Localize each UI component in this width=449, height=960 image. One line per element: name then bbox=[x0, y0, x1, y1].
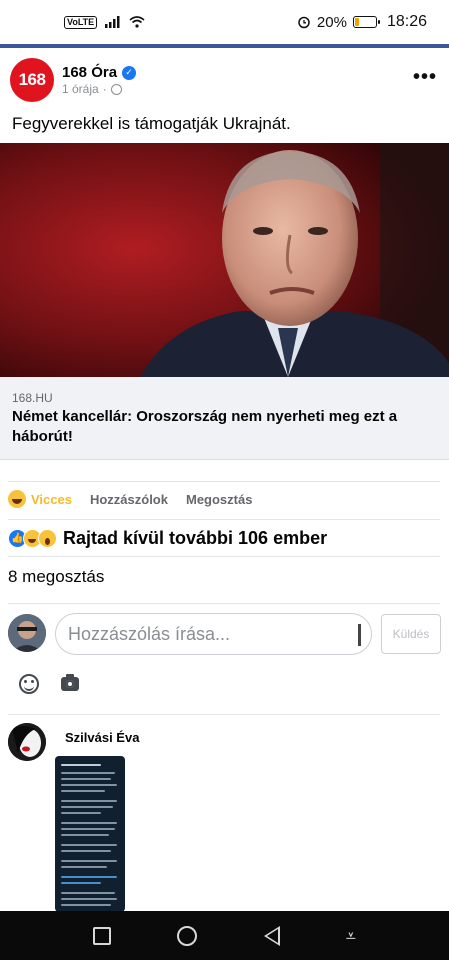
shares-count[interactable]: 8 megosztás bbox=[8, 567, 104, 587]
divider bbox=[8, 519, 440, 520]
text-line bbox=[61, 790, 105, 792]
page-name-row: 168 Óra ✓ bbox=[62, 64, 137, 81]
divider bbox=[8, 481, 440, 482]
text-line bbox=[61, 882, 101, 884]
text-line bbox=[61, 772, 115, 774]
text-line bbox=[61, 850, 111, 852]
action-bar: Vicces Hozzászólok Megosztás bbox=[8, 488, 270, 510]
commenter-avatar[interactable] bbox=[8, 723, 46, 761]
comment-attachment-image[interactable] bbox=[55, 756, 125, 912]
verified-icon: ✓ bbox=[122, 65, 137, 80]
text-line bbox=[61, 860, 117, 862]
meta-separator: · bbox=[102, 82, 107, 96]
battery-level bbox=[354, 18, 359, 26]
emoji-icon[interactable] bbox=[19, 674, 39, 694]
portrait-illustration bbox=[0, 143, 449, 377]
alarm-icon bbox=[298, 16, 310, 29]
link-title[interactable]: Német kancellár: Oroszország nem nyerhet… bbox=[12, 407, 432, 447]
comment-placeholder: Hozzászólás írása... bbox=[68, 623, 231, 644]
battery-percent: 20% bbox=[316, 13, 347, 31]
share-label: Megosztás bbox=[185, 491, 253, 507]
text-line bbox=[61, 876, 117, 878]
text-line bbox=[61, 784, 117, 786]
user-avatar-image bbox=[8, 614, 46, 652]
text-line bbox=[61, 892, 115, 894]
back-icon[interactable] bbox=[263, 925, 280, 946]
text-caret bbox=[358, 624, 361, 646]
status-right: 20% 18:26 bbox=[297, 13, 427, 31]
text-line bbox=[61, 778, 111, 780]
text-line bbox=[61, 828, 115, 830]
home-icon[interactable] bbox=[177, 925, 198, 946]
send-button[interactable]: Küldés bbox=[381, 614, 441, 654]
text-line bbox=[61, 866, 107, 868]
text-line bbox=[61, 898, 117, 900]
comment-label: Hozzászólok bbox=[89, 491, 168, 507]
haha-emoji-icon bbox=[8, 490, 26, 508]
text-line bbox=[61, 834, 109, 836]
status-bar: VoLTE 20% 18:26 bbox=[0, 0, 449, 44]
commenter-avatar-image bbox=[8, 723, 46, 761]
status-left: VoLTE bbox=[64, 15, 145, 29]
page-logo[interactable]: 168 bbox=[10, 58, 54, 102]
post-timestamp[interactable]: 1 órája bbox=[62, 82, 99, 96]
post-header: 168 168 Óra ✓ 1 órája · ••• bbox=[0, 48, 449, 110]
text-line bbox=[61, 800, 117, 802]
page-name[interactable]: 168 Óra bbox=[62, 64, 117, 81]
link-domain: 168.HU bbox=[12, 391, 53, 405]
wifi-icon bbox=[129, 16, 145, 28]
share-button[interactable]: Megosztás bbox=[186, 492, 252, 507]
more-options-icon[interactable]: ••• bbox=[413, 66, 437, 89]
volte-badge: VoLTE bbox=[64, 15, 98, 29]
text-line bbox=[61, 844, 117, 846]
link-preview[interactable]: 168.HU Német kancellár: Oroszország nem … bbox=[0, 377, 449, 460]
globe-icon bbox=[110, 83, 122, 95]
reaction-button[interactable]: Vicces bbox=[8, 490, 72, 508]
divider bbox=[8, 714, 440, 715]
system-nav-bar: ⩡ bbox=[0, 911, 449, 960]
text-line bbox=[61, 764, 101, 766]
reactions-text: Rajtad kívül további 106 ember bbox=[63, 527, 328, 548]
camera-icon[interactable] bbox=[61, 674, 79, 691]
battery-icon bbox=[352, 16, 380, 28]
comment-input[interactable]: Hozzászólás írása... bbox=[55, 613, 372, 655]
post-meta: 1 órája · bbox=[62, 82, 122, 96]
comment-button[interactable]: Hozzászólok bbox=[90, 492, 168, 507]
divider bbox=[8, 603, 440, 604]
reactions-summary[interactable]: 👍 Rajtad kívül további 106 ember bbox=[8, 526, 327, 550]
reaction-icons: 👍 bbox=[8, 528, 57, 548]
text-line bbox=[61, 822, 117, 824]
text-line bbox=[61, 904, 111, 906]
notification-shade-icon[interactable]: ⩡ bbox=[346, 927, 356, 945]
text-line bbox=[61, 806, 113, 808]
recent-apps-icon[interactable] bbox=[93, 926, 112, 945]
commenter-name[interactable]: Szilvási Éva bbox=[65, 730, 139, 745]
user-avatar bbox=[8, 614, 46, 652]
post-text: Fegyverekkel is támogatják Ukrajnát. bbox=[12, 114, 291, 133]
signal-icon bbox=[105, 16, 120, 28]
link-preview-image[interactable] bbox=[0, 143, 449, 377]
clock: 18:26 bbox=[386, 13, 427, 30]
divider bbox=[8, 556, 440, 557]
wow-icon bbox=[38, 528, 57, 548]
text-line bbox=[61, 812, 101, 814]
reaction-label: Vicces bbox=[31, 491, 72, 507]
